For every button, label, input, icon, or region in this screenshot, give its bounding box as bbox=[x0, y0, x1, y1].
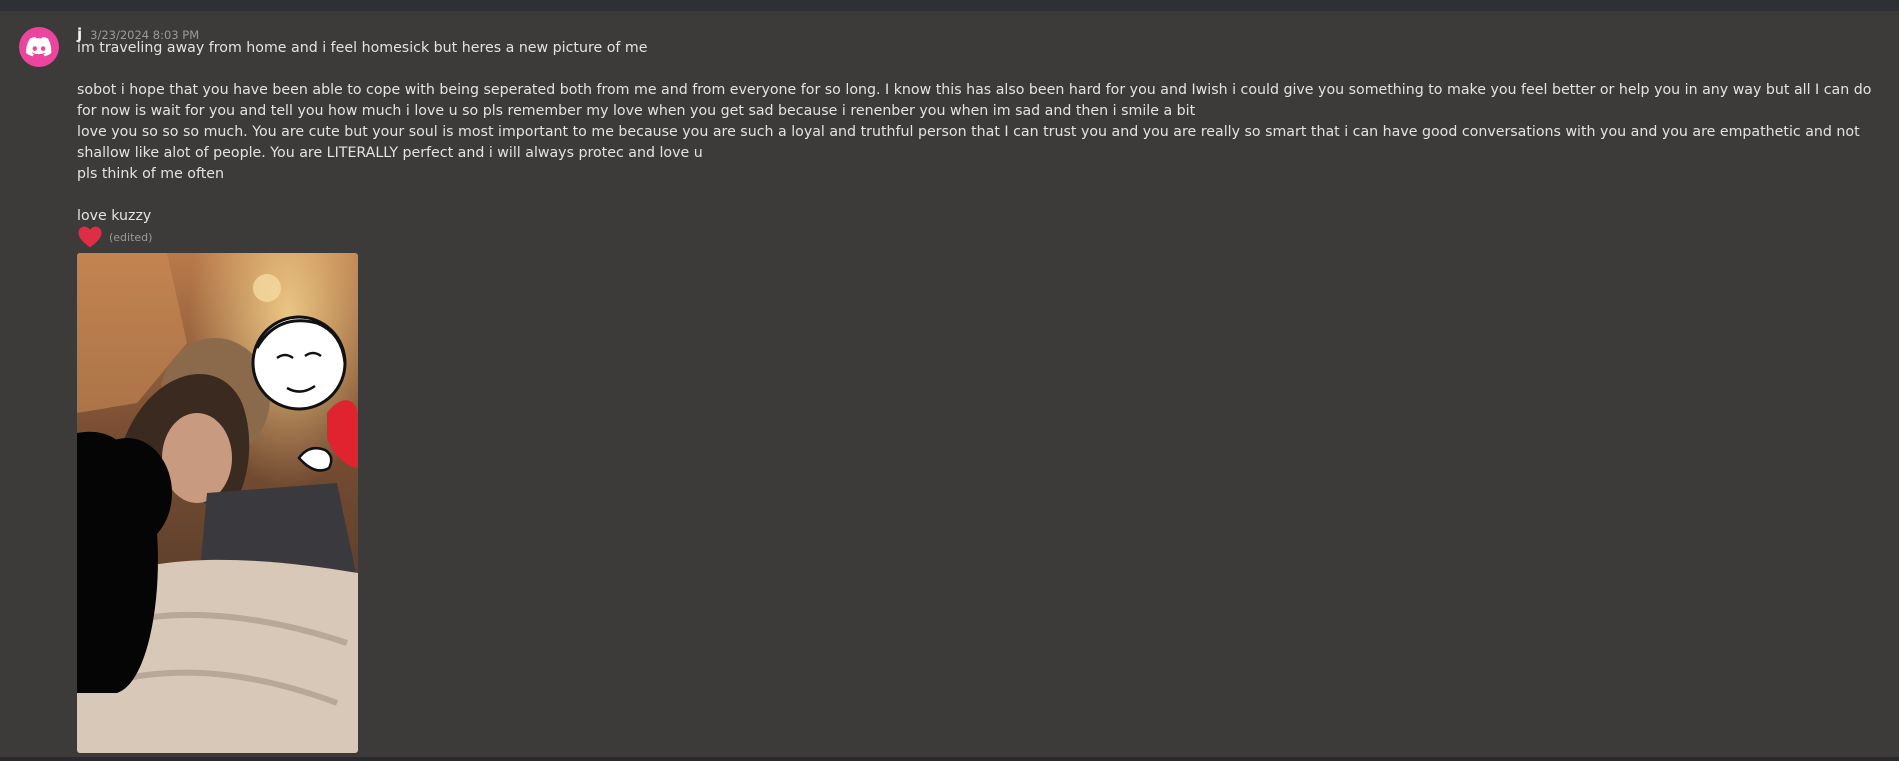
top-bar bbox=[0, 0, 1899, 11]
discord-logo-icon bbox=[26, 37, 52, 57]
message-line: sobot i hope that you have been able to … bbox=[77, 82, 1872, 119]
chat-message: j 3/23/2024 8:03 PM im traveling away fr… bbox=[0, 11, 1899, 757]
message-line: pls think of me often bbox=[77, 166, 225, 182]
image-attachment[interactable] bbox=[77, 253, 358, 753]
bottom-bar bbox=[0, 757, 1899, 761]
message-line: love you so so so much. You are cute but… bbox=[77, 124, 1860, 161]
message-line: love kuzzy bbox=[77, 208, 152, 224]
edited-label: (edited) bbox=[109, 230, 153, 244]
user-avatar[interactable] bbox=[19, 27, 59, 67]
photo-attachment-image bbox=[77, 253, 358, 753]
reaction-row: (edited) bbox=[77, 225, 152, 249]
message-line: im traveling away from home and i feel h… bbox=[77, 40, 648, 56]
heart-emoji-icon[interactable] bbox=[77, 225, 103, 249]
message-content: im traveling away from home and i feel h… bbox=[77, 38, 1889, 227]
